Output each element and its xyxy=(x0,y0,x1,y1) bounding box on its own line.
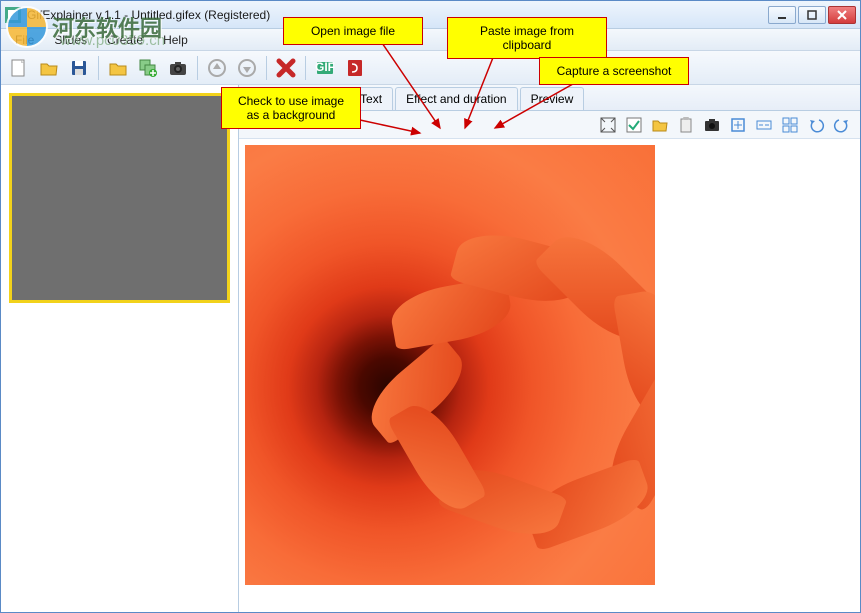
save-button[interactable] xyxy=(65,54,93,82)
open-button[interactable] xyxy=(35,54,63,82)
toolbar-separator xyxy=(305,56,306,80)
app-icon xyxy=(5,7,21,23)
toolbar-separator xyxy=(266,56,267,80)
menu-slides[interactable]: Slides xyxy=(44,31,97,49)
crop-button[interactable] xyxy=(726,113,750,137)
grid-icon[interactable] xyxy=(778,113,802,137)
fit-width-icon[interactable] xyxy=(752,113,776,137)
move-up-button[interactable] xyxy=(203,54,231,82)
tab-effect-duration[interactable]: Effect and duration xyxy=(395,87,518,110)
move-down-button[interactable] xyxy=(233,54,261,82)
export-gif-button[interactable]: GIF xyxy=(311,54,339,82)
menubar: File Slides Create Help xyxy=(1,29,860,51)
svg-text:GIF: GIF xyxy=(315,60,335,74)
slide-thumbnail-image xyxy=(12,96,227,300)
toolbar-separator xyxy=(98,56,99,80)
rotate-left-icon[interactable] xyxy=(804,113,828,137)
callout-open: Open image file xyxy=(283,17,423,45)
toolbar-separator xyxy=(197,56,198,80)
callout-background: Check to use image as a background xyxy=(221,87,361,129)
export-pdf-button[interactable] xyxy=(341,54,369,82)
menu-help[interactable]: Help xyxy=(153,31,198,49)
open-image-button[interactable] xyxy=(648,113,672,137)
stretch-icon[interactable] xyxy=(596,113,620,137)
rotate-right-icon[interactable] xyxy=(830,113,854,137)
main-toolbar: GIF xyxy=(1,51,860,85)
duplicate-slide-button[interactable] xyxy=(134,54,162,82)
canvas-image xyxy=(245,145,655,585)
tab-preview[interactable]: Preview xyxy=(520,87,585,110)
canvas-area[interactable] xyxy=(239,139,860,612)
editor-panel: hot Diagram Text Effect and duration Pre… xyxy=(239,85,860,612)
window-controls xyxy=(768,6,856,24)
use-as-background-checkbox[interactable] xyxy=(622,113,646,137)
callout-paste: Paste image from clipboard xyxy=(447,17,607,59)
callout-capture: Capture a screenshot xyxy=(539,57,689,85)
slide-thumbnail-selected[interactable] xyxy=(9,93,230,303)
slides-panel xyxy=(1,85,239,612)
app-window: GifExplainer v.1.1 - Untitled.gifex (Reg… xyxy=(0,0,861,613)
close-button[interactable] xyxy=(828,6,856,24)
add-folder-button[interactable] xyxy=(104,54,132,82)
delete-button[interactable] xyxy=(272,54,300,82)
paste-image-button[interactable] xyxy=(674,113,698,137)
maximize-button[interactable] xyxy=(798,6,826,24)
titlebar: GifExplainer v.1.1 - Untitled.gifex (Reg… xyxy=(1,1,860,29)
new-button[interactable] xyxy=(5,54,33,82)
minimize-button[interactable] xyxy=(768,6,796,24)
menu-create[interactable]: Create xyxy=(97,31,153,49)
capture-screenshot-button[interactable] xyxy=(700,113,724,137)
body: hot Diagram Text Effect and duration Pre… xyxy=(1,85,860,612)
camera-button[interactable] xyxy=(164,54,192,82)
menu-file[interactable]: File xyxy=(5,31,44,49)
